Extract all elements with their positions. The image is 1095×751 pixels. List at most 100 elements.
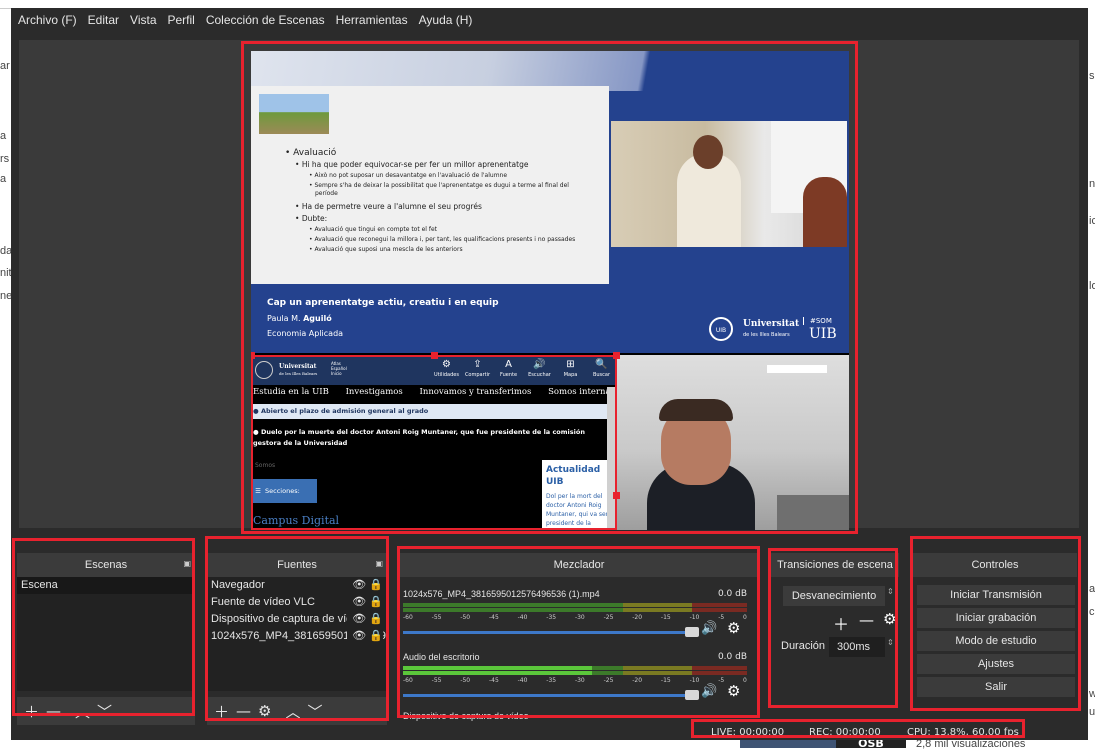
menu-coleccion-escenas[interactable]: Colección de Escenas (206, 13, 325, 27)
menu-ayuda[interactable]: Ayuda (H) (419, 13, 473, 27)
slide-bullet: • Avaluació que tingui en compte tot el … (309, 226, 438, 233)
background-fragment: a (0, 173, 7, 185)
add-icon[interactable]: ＋ (833, 611, 849, 635)
background-fragment: nit (0, 267, 12, 279)
eye-icon[interactable]: 👁 (352, 613, 366, 625)
uib-logo-circle: UIB (709, 317, 733, 341)
sources-dock: Fuentes ▣ Navegador 👁 🔒 Fuente de vídeo V… (207, 553, 387, 725)
slide-presenter-video (611, 121, 847, 247)
office-desk (777, 495, 849, 530)
background-fragment: ar (0, 60, 10, 72)
chevron-up-icon[interactable]: ︿ (285, 701, 300, 722)
track-name: Dispositivo de captura de vídeo (403, 711, 529, 721)
select-arrows-icon[interactable]: ⇕ (887, 587, 894, 596)
slider-knob[interactable] (685, 627, 699, 637)
uib-logo-tag: #SOM (803, 317, 832, 325)
student-figure (803, 177, 847, 247)
eye-icon[interactable]: 👁 (352, 596, 366, 608)
obs-window: Archivo (F) Editar Vista Perfil Colecció… (11, 8, 1088, 740)
track-db: 0.0 dB (717, 652, 747, 662)
exit-button[interactable]: Salir (917, 677, 1075, 697)
background-fragment: ic (1089, 215, 1095, 227)
speaker-icon[interactable]: 🔊 (701, 621, 717, 636)
start-streaming-button[interactable]: Iniciar Transmisión (917, 585, 1075, 605)
lock-icon[interactable]: 🔒 (369, 596, 383, 608)
mixer-title: Mezclador (399, 553, 759, 577)
duration-input[interactable]: 300ms (829, 637, 885, 657)
remove-icon[interactable]: — (46, 702, 61, 720)
start-recording-button[interactable]: Iniciar grabación (917, 608, 1075, 628)
resize-handle[interactable] (613, 352, 620, 359)
background-fragment: a (0, 130, 7, 142)
mixer-dock: Mezclador 1024x576_MP4_38165950125764965… (399, 553, 759, 725)
gear-icon[interactable]: ⚙ (727, 682, 740, 700)
webcam-source[interactable] (617, 355, 849, 530)
track-name: 1024x576_MP4_3816595012576496536 (1).mp4 (403, 589, 600, 599)
lock-icon[interactable]: 🔒 (369, 630, 383, 642)
source-item[interactable]: Dispositivo de captura de vídeo 👁 🔒 (207, 611, 387, 628)
dock-float-icon[interactable]: ▣ (375, 559, 383, 568)
lock-icon[interactable]: 🔒 (369, 613, 383, 625)
source-item[interactable]: Navegador 👁 🔒 (207, 577, 387, 594)
menu-perfil[interactable]: Perfil (168, 13, 195, 27)
chevron-down-icon[interactable]: ﹀ (307, 701, 322, 722)
spinner-arrows-icon[interactable]: ⇕ (887, 638, 894, 647)
person-hair (659, 399, 733, 421)
transition-select[interactable]: Desvanecimiento (783, 586, 885, 606)
background-fragment: ac (1089, 583, 1095, 595)
eye-icon[interactable]: 👁 (352, 579, 366, 591)
remove-icon[interactable]: — (859, 611, 874, 629)
resize-handle[interactable] (251, 352, 255, 359)
gear-icon[interactable]: ⚙ (883, 610, 896, 628)
chevron-down-icon[interactable]: ﹀ (97, 701, 112, 722)
duration-label: Duración (781, 640, 826, 652)
volume-meter (403, 603, 747, 607)
add-icon[interactable]: ＋ (214, 701, 229, 722)
volume-slider[interactable] (403, 627, 699, 637)
volume-meter (403, 666, 747, 670)
slide-content: • Avaluació • Hi ha que poder equivocar-… (251, 86, 609, 284)
track-name: Audio del escritorio (403, 652, 480, 662)
menu-herramientas[interactable]: Herramientas (336, 13, 408, 27)
resize-handle[interactable] (613, 492, 620, 499)
lock-icon[interactable]: 🔒 (369, 579, 383, 591)
slide-bullet: període (315, 190, 338, 197)
eye-icon[interactable]: 👁 (352, 630, 366, 642)
uib-logo-sub: de les Illes Balears (743, 332, 790, 338)
menu-vista[interactable]: Vista (130, 13, 156, 27)
slide-bullet: • Avaluació que reconegui la millora i, … (309, 236, 576, 243)
slide-bullet: • Sempre s'ha de deixar la possibilitat … (309, 182, 569, 189)
selected-source-outline (251, 355, 617, 530)
background-fragment: nu (1089, 178, 1095, 190)
volume-slider[interactable] (403, 690, 699, 700)
source-item[interactable]: 1024x576_MP4_3816595012576496536 (1).mp4… (207, 628, 387, 645)
menu-editar[interactable]: Editar (88, 13, 119, 27)
ceiling-light (767, 365, 827, 373)
gear-icon[interactable]: ⚙ (258, 702, 271, 720)
uib-logo: UIB Universitat de les Illes Balears #SO… (703, 315, 843, 345)
resize-handle[interactable] (431, 352, 438, 359)
transitions-title: Transiciones de escena (771, 553, 899, 577)
source-item[interactable]: Fuente de vídeo VLC 👁 🔒 (207, 594, 387, 611)
speaker-icon[interactable]: 🔊 (701, 684, 717, 699)
remove-icon[interactable]: — (236, 702, 251, 720)
scene-item[interactable]: Escena (17, 577, 195, 594)
menu-archivo[interactable]: Archivo (F) (18, 13, 77, 27)
background-fragment: u (1089, 706, 1095, 718)
sources-title: Fuentes (207, 553, 387, 577)
dock-float-icon[interactable]: ▣ (183, 559, 191, 568)
slide-bullet: • Ha de permetre veure a l'alumne el seu… (295, 202, 482, 211)
preview-canvas[interactable]: • Avaluació • Hi ha que poder equivocar-… (251, 51, 849, 530)
slide-bullet: • Hi ha que poder equivocar-se per fer u… (295, 160, 529, 169)
slide-source[interactable]: • Avaluació • Hi ha que poder equivocar-… (251, 51, 849, 353)
slider-knob[interactable] (685, 690, 699, 700)
menu-bar: Archivo (F) Editar Vista Perfil Colecció… (11, 8, 1088, 32)
studio-mode-button[interactable]: Modo de estudio (917, 631, 1075, 651)
settings-button[interactable]: Ajustes (917, 654, 1075, 674)
gear-icon[interactable]: ⚙ (727, 619, 740, 637)
add-icon[interactable]: ＋ (24, 701, 39, 722)
chevron-up-icon[interactable]: ︿ (75, 701, 90, 722)
background-fragment: lo (1089, 280, 1095, 292)
background-fragment: s (1089, 70, 1095, 82)
background-fragment: rs (0, 153, 10, 165)
